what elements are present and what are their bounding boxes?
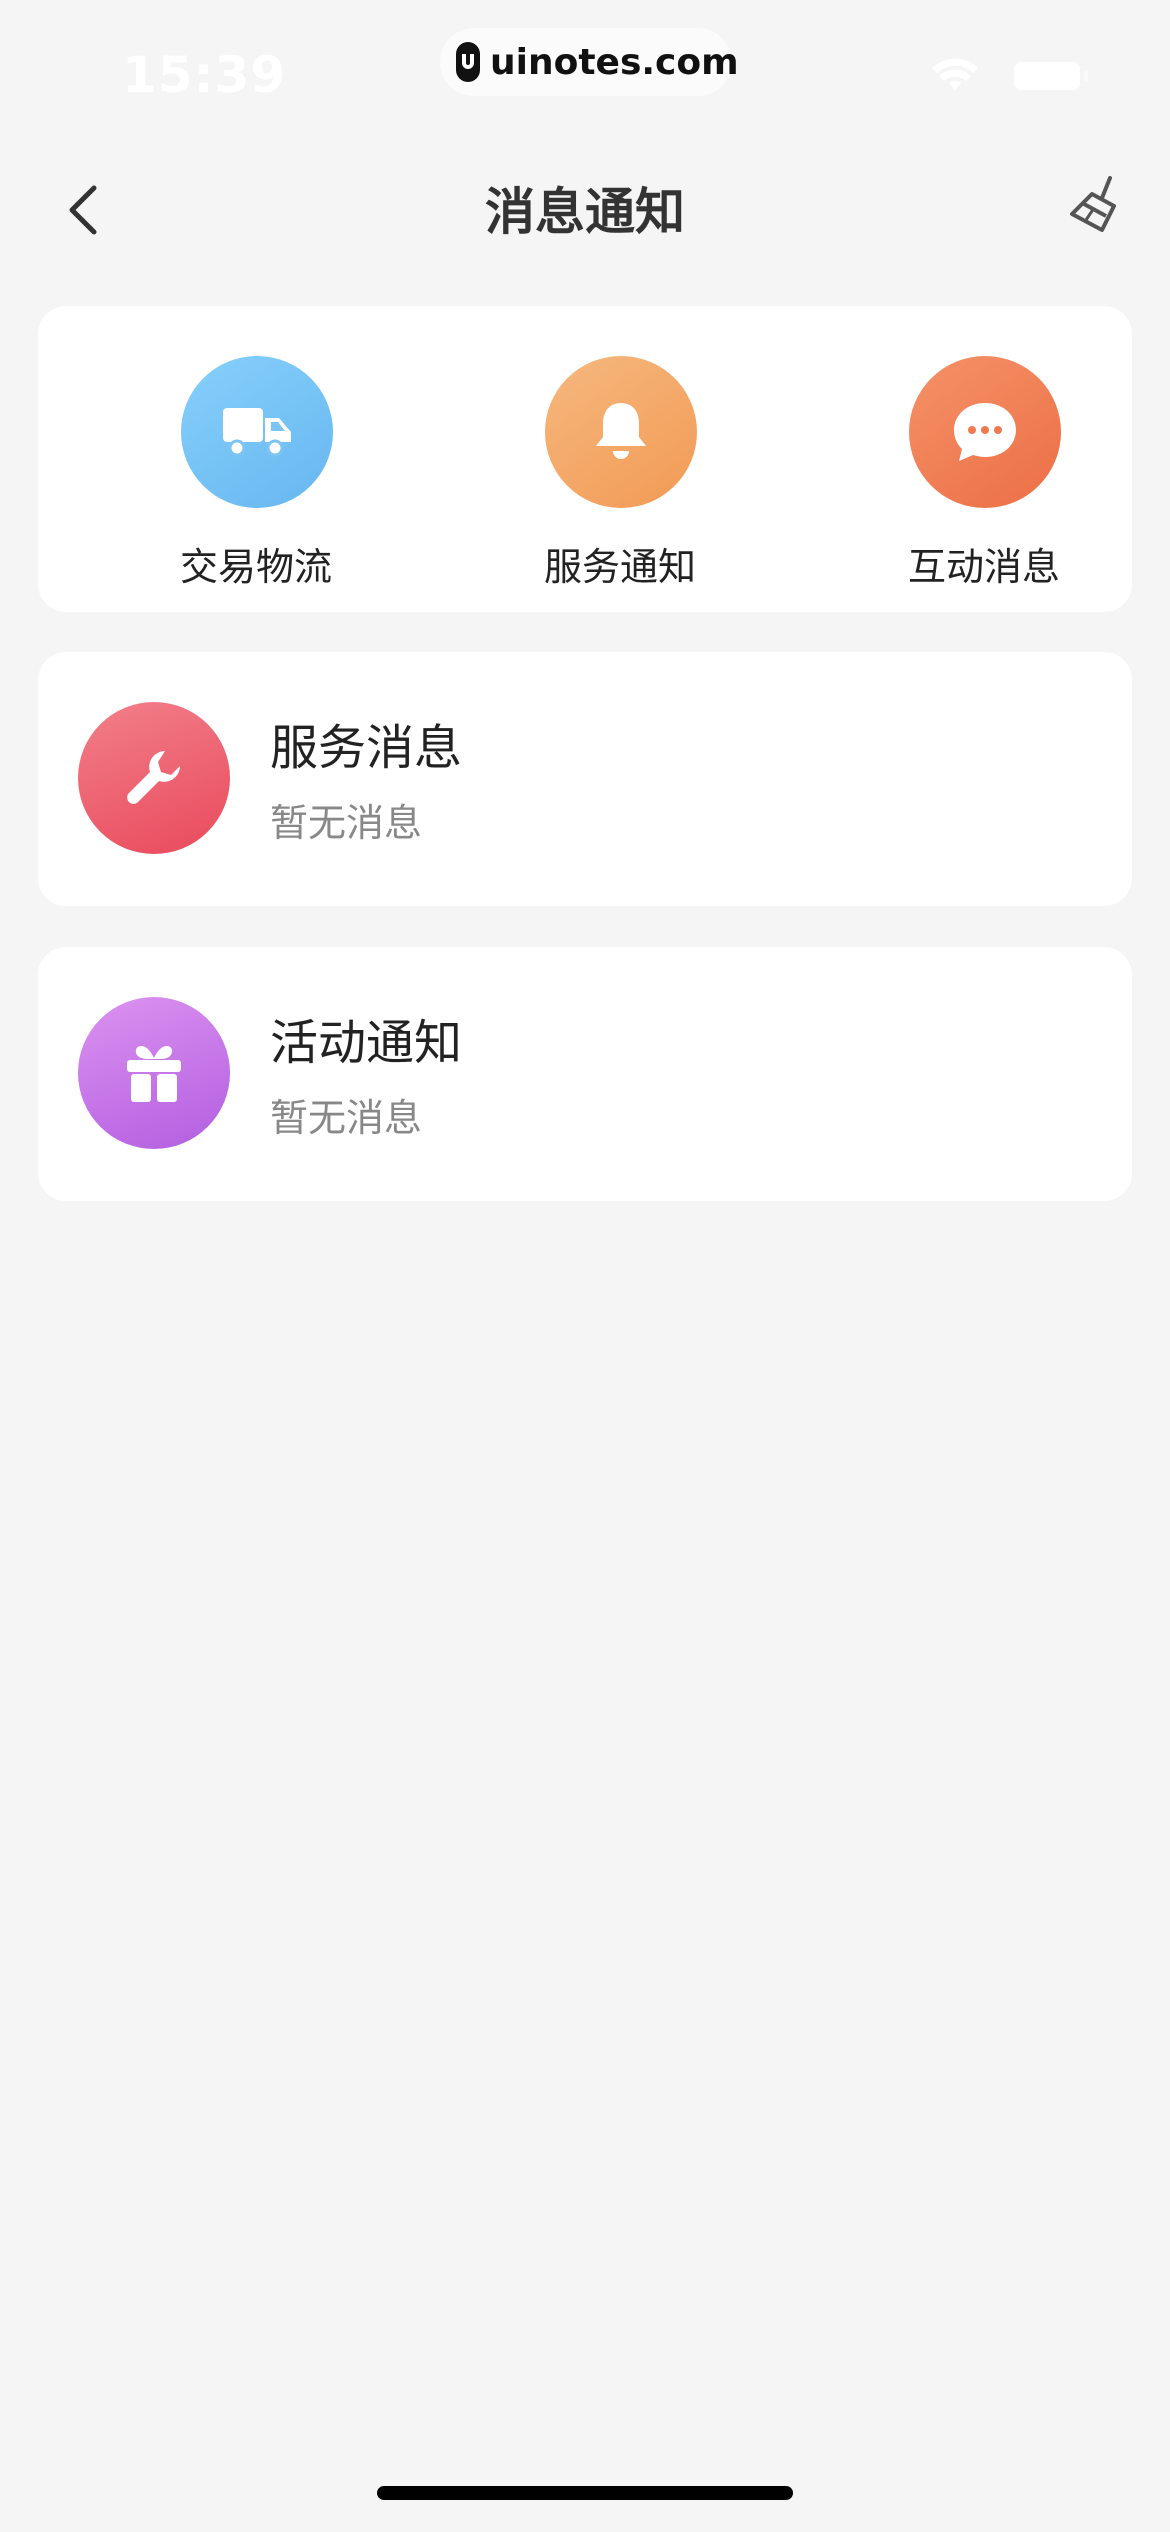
message-subtitle: 暂无消息 <box>270 1096 423 1140</box>
watermark-text: uinotes.com <box>490 41 739 83</box>
broom-icon <box>1070 176 1116 232</box>
gift-icon <box>78 997 230 1149</box>
bell-icon <box>545 356 697 508</box>
quick-action-label: 互动消息 <box>907 545 1060 589</box>
watermark-badge: uinotes.com <box>440 28 739 96</box>
wrench-icon <box>78 702 230 854</box>
quick-action-label: 交易物流 <box>179 545 332 589</box>
clear-messages-button[interactable] <box>1058 168 1138 248</box>
home-indicator[interactable] <box>377 2486 793 2500</box>
quick-action-service-notice[interactable]: 服务通知 <box>490 306 750 612</box>
truck-icon <box>181 356 333 508</box>
quick-action-trade-logistics[interactable]: 交易物流 <box>126 306 386 612</box>
battery-tip <box>1084 70 1088 82</box>
message-subtitle: 暂无消息 <box>270 801 423 845</box>
page-title: 消息通知 <box>485 183 685 241</box>
message-item-activity[interactable]: 活动通知 暂无消息 <box>38 947 1132 1201</box>
status-time: 15:39 <box>122 46 287 104</box>
status-bar: 15:39 uinotes.com <box>0 0 1170 130</box>
battery-icon <box>1014 62 1080 90</box>
message-title: 服务消息 <box>270 720 463 776</box>
quick-actions-card: 交易物流 服务通知 互动消息 <box>38 306 1132 612</box>
quick-action-interaction[interactable]: 互动消息 <box>854 306 1114 612</box>
message-item-service[interactable]: 服务消息 暂无消息 <box>38 652 1132 906</box>
wifi-icon <box>930 56 980 96</box>
quick-action-label: 服务通知 <box>543 545 696 589</box>
message-title: 活动通知 <box>270 1015 463 1071</box>
nav-bar: 消息通知 <box>0 150 1170 260</box>
chat-bubble-icon <box>909 356 1061 508</box>
watermark-logo-icon <box>456 42 480 82</box>
